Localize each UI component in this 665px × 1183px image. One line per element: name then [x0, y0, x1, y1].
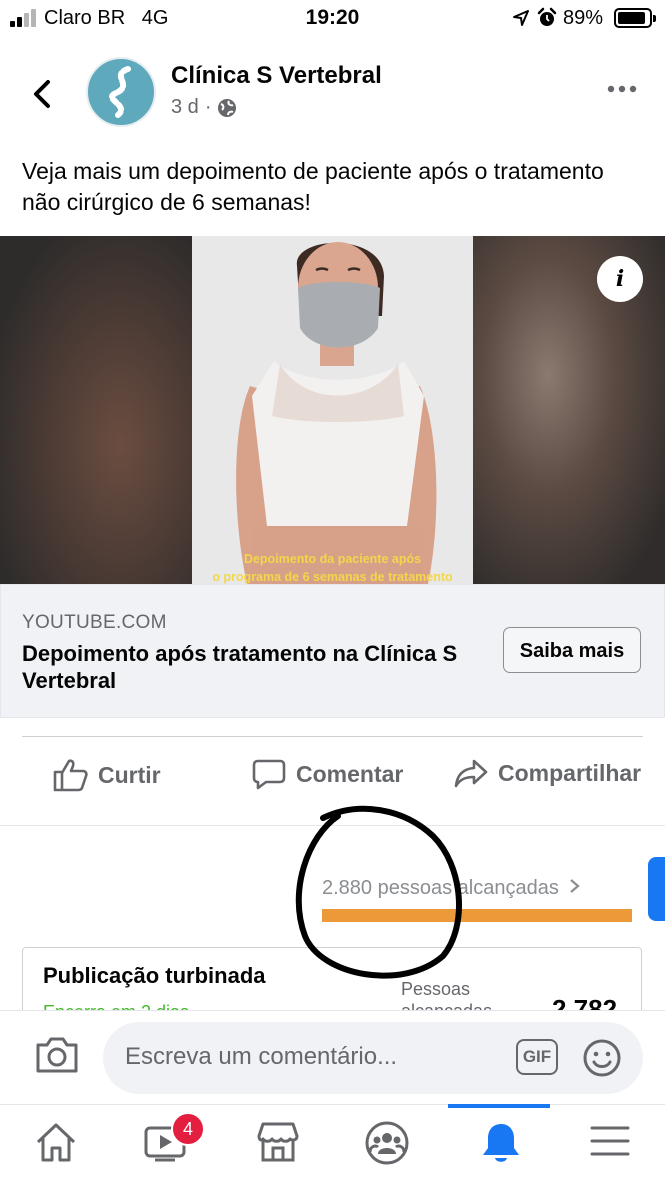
- battery-percent: 89%: [563, 7, 604, 29]
- chevron-right-icon: [570, 879, 581, 893]
- groups-icon[interactable]: [364, 1120, 410, 1166]
- notifications-bell-icon[interactable]: [479, 1120, 523, 1166]
- home-icon[interactable]: [34, 1120, 78, 1164]
- status-bar: Claro BR 4G 19:20 89%: [0, 0, 665, 38]
- menu-icon[interactable]: [589, 1120, 631, 1162]
- location-arrow-icon: [513, 10, 529, 26]
- video-caption-line1: Depoimento da paciente após: [243, 552, 422, 566]
- learn-more-button[interactable]: Saiba mais: [503, 627, 641, 673]
- blurred-background-left: [0, 236, 200, 584]
- emoji-icon[interactable]: [582, 1038, 622, 1078]
- post-meta: 3 d ·: [171, 96, 237, 119]
- meta-separator: ·: [204, 96, 212, 118]
- share-label: Compartilhar: [498, 759, 642, 786]
- boost-title: Publicação turbinada: [43, 963, 266, 988]
- page-name[interactable]: Clínica S Vertebral: [171, 62, 382, 90]
- info-icon[interactable]: i: [597, 256, 643, 302]
- tab-bar: [0, 1104, 665, 1183]
- page-avatar[interactable]: [86, 57, 156, 127]
- spine-logo-icon: [109, 66, 131, 118]
- annotation-circle: [295, 805, 462, 979]
- post-text: Veja mais um depoimento de paciente após…: [22, 158, 604, 215]
- active-tab-indicator: [448, 1104, 550, 1108]
- watch-badge: 4: [171, 1112, 205, 1146]
- link-title[interactable]: Depoimento após tratamento na Clínica S …: [22, 640, 462, 694]
- battery-icon: [614, 8, 656, 28]
- post-time[interactable]: 3 d: [171, 96, 199, 119]
- camera-icon[interactable]: [34, 1035, 80, 1075]
- thumbs-up-icon: [53, 759, 88, 792]
- more-options-icon[interactable]: [606, 83, 638, 95]
- back-arrow-icon[interactable]: [28, 78, 56, 110]
- globe-icon: [218, 98, 237, 117]
- like-button[interactable]: Curtir: [52, 758, 161, 792]
- video-caption-line2: o programa de 6 semanas de tratamento: [212, 570, 453, 584]
- divider: [22, 736, 643, 737]
- comment-bubble-icon: [252, 759, 286, 790]
- gif-button[interactable]: GIF: [516, 1039, 558, 1075]
- comment-label: Comentar: [296, 760, 404, 787]
- comment-placeholder: Escreva um comentário...: [125, 1043, 398, 1070]
- marketplace-icon[interactable]: [255, 1120, 301, 1164]
- share-button[interactable]: Compartilhar: [454, 758, 641, 788]
- side-panel-tab[interactable]: [648, 857, 665, 921]
- patient-image: [192, 236, 473, 584]
- alarm-icon: [537, 7, 557, 26]
- comment-button[interactable]: Comentar: [252, 758, 403, 790]
- like-label: Curtir: [98, 761, 161, 788]
- video-thumbnail[interactable]: Depoimento da paciente após o programa d…: [0, 236, 665, 584]
- share-arrow-icon: [454, 759, 488, 788]
- link-domain: YOUTUBE.COM: [22, 612, 167, 633]
- video-frame: Depoimento da paciente após o programa d…: [192, 236, 473, 584]
